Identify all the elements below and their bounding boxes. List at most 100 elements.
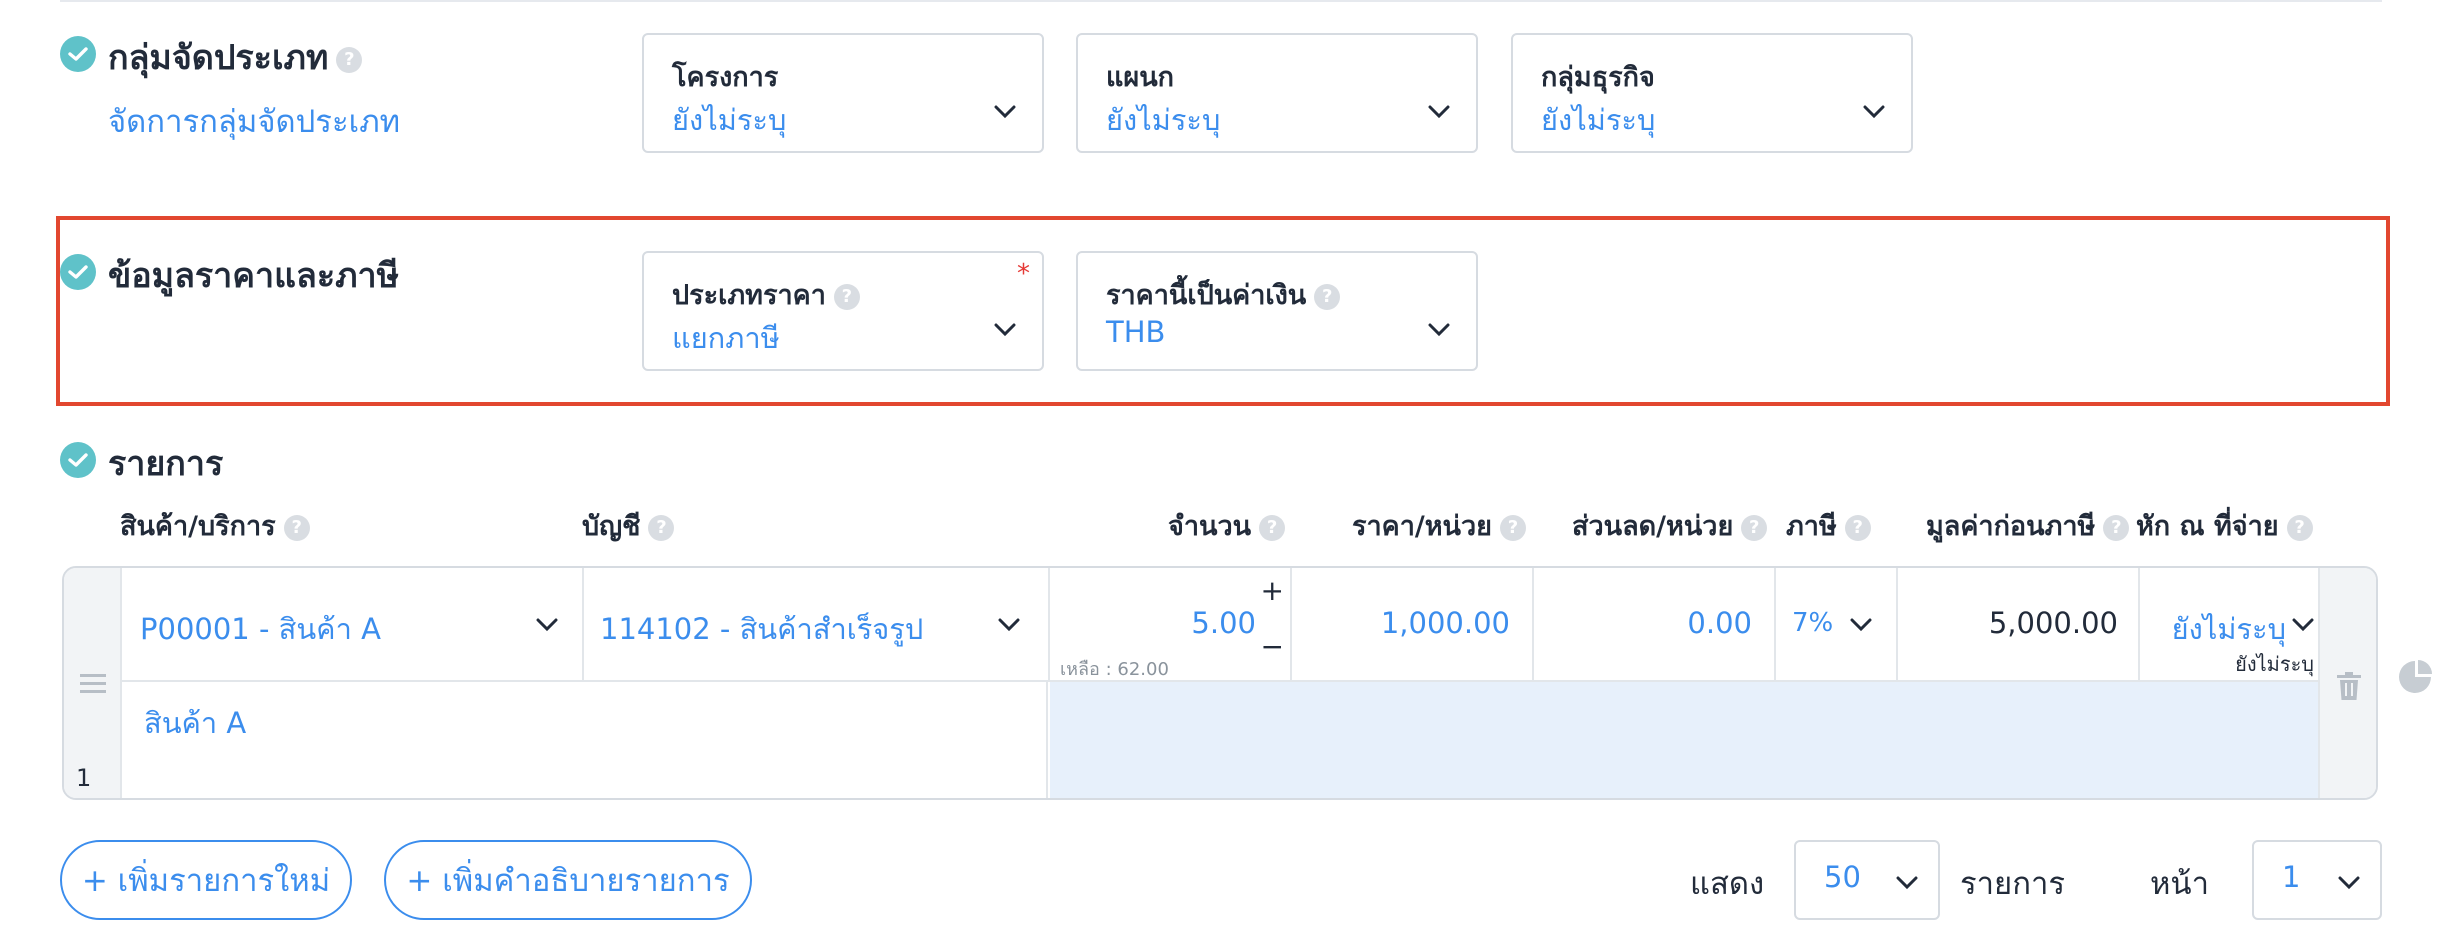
page-select[interactable]: 1 [2252,840,2382,920]
chevron-down-icon [1896,876,1918,890]
items-title: รายการ [108,444,224,484]
manage-classification-link[interactable]: จัดการกลุ่มจัดประเภท [108,96,400,146]
item-description-field[interactable]: สินค้า A [122,682,1048,798]
table-row-handle[interactable]: 1 [64,568,122,798]
col-header-discount-text: ส่วนลด/หน่วย [1572,511,1734,542]
department-value: ยังไม่ระบุ [1106,103,1221,137]
col-header-account-text: บัญชี [582,511,641,542]
col-header-product: สินค้า/บริการ? [120,504,310,547]
question-circle-icon[interactable]: ? [2286,514,2313,541]
pricing-title: ข้อมูลราคาและภาษี [108,256,400,296]
withholding-sub-value: ยังไม่ระบุ [2235,652,2314,676]
chevron-down-icon [1428,323,1450,337]
department-select[interactable]: แผนก ยังไม่ระบุ [1076,33,1478,153]
currency-label-text: ราคานี้เป็นค่าเงิน [1106,280,1307,311]
business-group-select[interactable]: กลุ่มธุรกิจ ยังไม่ระบุ [1511,33,1913,153]
col-header-tax: ภาษี? [1786,504,1871,547]
question-circle-icon[interactable]: ? [1741,514,1768,541]
chevron-down-icon [1863,105,1885,119]
account-select-cell[interactable]: 114102 - สินค้าสำเร็จรูป [584,568,1050,682]
question-circle-icon[interactable]: ? [336,46,363,73]
col-header-account: บัญชี? [582,504,675,547]
col-header-unit-price: ราคา/หน่วย? [1352,504,1526,547]
classification-title: กลุ่มจัดประเภท? [108,30,363,84]
col-header-quantity: จำนวน? [1168,504,1286,547]
check-circle-icon [60,254,96,290]
col-header-discount: ส่วนลด/หน่วย? [1572,504,1768,547]
check-circle-icon [60,442,96,478]
col-header-withholding: หัก ณ ที่จ่าย? [2136,504,2313,547]
tax-select[interactable]: 7% [1776,568,1898,682]
price-type-label: ประเภทราคา? [672,273,860,316]
chevron-down-icon [994,105,1016,119]
remaining-stock: เหลือ : 62.00 [1060,659,1169,680]
withholding-select[interactable]: ยังไม่ระบุ ยังไม่ระบุ [2140,568,2322,682]
price-type-select[interactable]: ประเภทราคา? * แยกภาษี [642,251,1044,371]
divider [60,0,2382,2]
add-item-button[interactable]: + เพิ่มรายการใหม่ [60,840,352,920]
currency-select[interactable]: ราคานี้เป็นค่าเงิน? THB [1076,251,1478,371]
trash-icon[interactable] [2337,672,2361,700]
tax-value: 7% [1792,608,1834,638]
col-header-tax-text: ภาษี [1786,511,1837,542]
pre-tax-value: 5,000.00 [1988,606,2118,640]
product-select-cell[interactable]: P00001 - สินค้า A [122,568,584,682]
question-circle-icon[interactable]: ? [1259,514,1286,541]
quantity-decrement-button[interactable]: − [1261,630,1284,663]
business-group-value: ยังไม่ระบุ [1541,103,1656,137]
document-form: กลุ่มจัดประเภท? จัดการกลุ่มจัดประเภท โคร… [0,0,2440,946]
price-type-label-text: ประเภทราคา [672,280,826,311]
question-circle-icon[interactable]: ? [2103,514,2130,541]
col-header-quantity-text: จำนวน [1168,511,1252,542]
show-label: แสดง [1690,866,1765,902]
currency-label: ราคานี้เป็นค่าเงิน? [1106,273,1341,316]
price-type-value: แยกภาษี [672,321,780,355]
col-header-pre-tax: มูลค่าก่อนภาษี? [1926,504,2130,547]
chevron-down-icon [2338,876,2360,890]
pie-chart-icon[interactable] [2398,660,2432,694]
per-page-select[interactable]: 50 [1794,840,1940,920]
check-circle-icon [60,36,96,72]
currency-value: THB [1106,315,1166,349]
question-circle-icon[interactable]: ? [833,283,860,310]
chevron-down-icon [536,618,558,632]
question-circle-icon[interactable]: ? [283,514,310,541]
question-circle-icon[interactable]: ? [648,514,675,541]
project-value: ยังไม่ระบุ [672,103,787,137]
department-label: แผนก [1106,62,1175,93]
chevron-down-icon [998,618,1020,632]
account-value: 114102 - สินค้าสำเร็จรูป [600,612,924,646]
col-header-pre-tax-text: มูลค่าก่อนภาษี [1926,511,2096,542]
question-circle-icon[interactable]: ? [1499,514,1526,541]
chevron-down-icon [1850,618,1872,632]
item-description-extension [1050,682,2322,798]
question-circle-icon[interactable]: ? [1844,514,1871,541]
col-header-withholding-text: หัก ณ ที่จ่าย [2136,511,2279,542]
chevron-down-icon [2292,618,2314,632]
add-description-button[interactable]: + เพิ่มคำอธิบายรายการ [384,840,752,920]
question-circle-icon[interactable]: ? [1314,283,1341,310]
page-value: 1 [2282,860,2301,894]
page-label: หน้า [2150,866,2210,902]
unit-price-value: 1,000.00 [1380,606,1510,640]
delete-row-column [2318,568,2376,798]
project-label: โครงการ [672,62,779,93]
per-page-value: 50 [1824,860,1861,894]
col-header-unit-price-text: ราคา/หน่วย [1352,511,1492,542]
project-select[interactable]: โครงการ ยังไม่ระบุ [642,33,1044,153]
item-description-value: สินค้า A [144,706,247,740]
chevron-down-icon [994,323,1016,337]
items-table: 1 P00001 - สินค้า A 114102 - สินค้าสำเร็… [62,566,2378,800]
unit-price-input[interactable]: 1,000.00 [1292,568,1534,682]
quantity-value: 5.00 [1191,606,1256,640]
classification-title-text: กลุ่มจัดประเภท [108,38,329,78]
business-group-label: กลุ่มธุรกิจ [1541,62,1655,93]
discount-value: 0.00 [1687,606,1752,640]
drag-handle-icon[interactable] [80,674,106,694]
quantity-stepper[interactable]: 5.00 + − เหลือ : 62.00 [1050,568,1292,682]
discount-input[interactable]: 0.00 [1534,568,1776,682]
quantity-increment-button[interactable]: + [1261,574,1284,607]
withholding-value: ยังไม่ระบุ [2171,612,2286,646]
required-mark: * [1017,259,1030,289]
chevron-down-icon [1428,105,1450,119]
